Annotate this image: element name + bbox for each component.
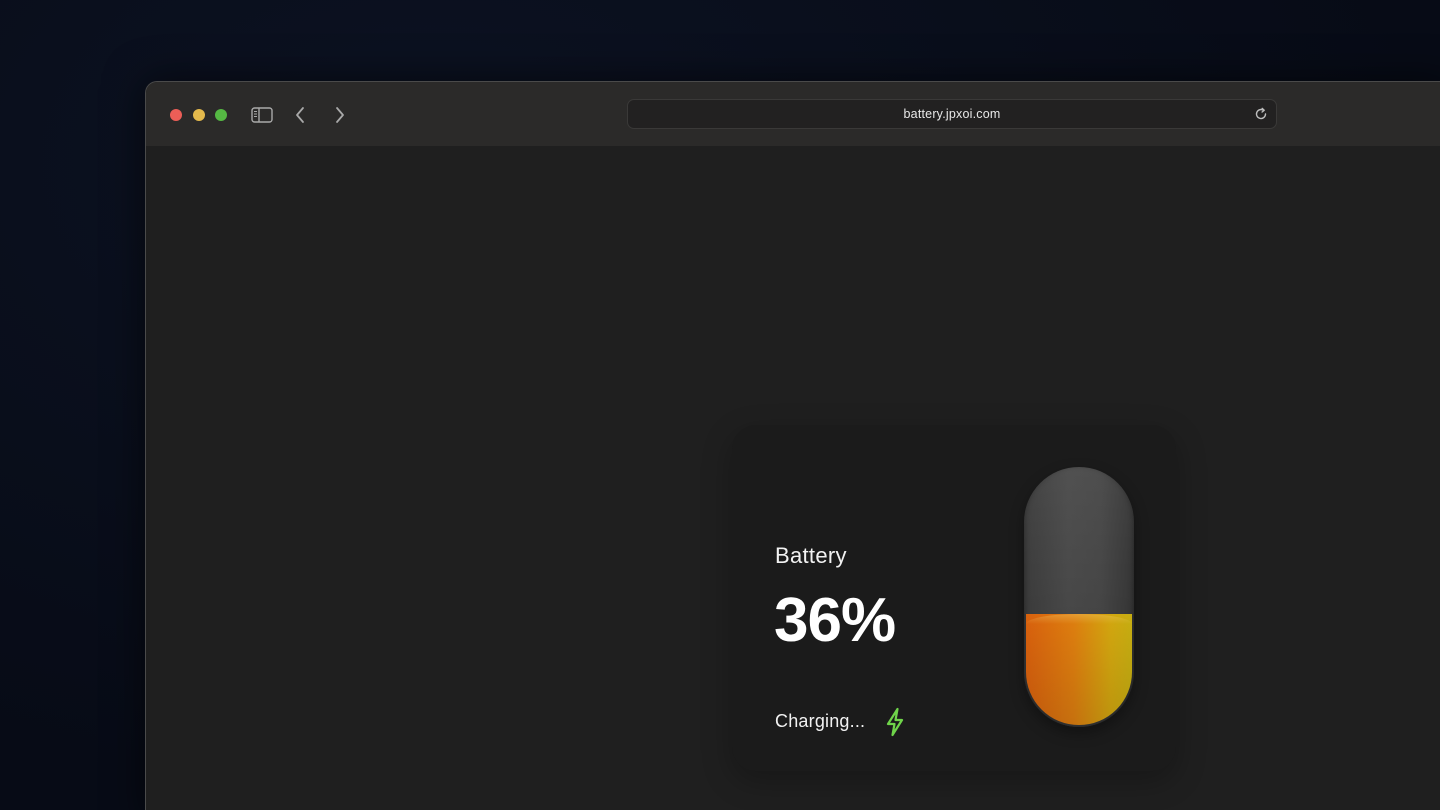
close-button[interactable] xyxy=(170,109,182,121)
lightning-bolt-icon xyxy=(886,707,904,737)
address-bar[interactable]: battery.jpxoi.com xyxy=(627,99,1277,129)
page-content: Battery 36% Charging... xyxy=(146,146,1440,810)
charging-status: Charging... xyxy=(775,711,866,731)
reload-button[interactable] xyxy=(1254,107,1268,121)
browser-window: battery.jpxoi.com Battery 36% Charging..… xyxy=(145,81,1440,810)
address-bar-url: battery.jpxoi.com xyxy=(903,107,1001,121)
chevron-left-icon xyxy=(296,107,304,123)
minimize-button[interactable] xyxy=(193,109,205,121)
forward-button[interactable] xyxy=(327,102,353,128)
sidebar-toggle-button[interactable] xyxy=(249,102,275,128)
maximize-button[interactable] xyxy=(215,109,227,121)
battery-fill xyxy=(1026,614,1132,725)
sidebar-toggle-icon xyxy=(251,107,273,123)
chevron-right-icon xyxy=(336,107,344,123)
back-button[interactable] xyxy=(287,102,313,128)
desktop-background: battery.jpxoi.com Battery 36% Charging..… xyxy=(0,0,1440,810)
battery-level-indicator xyxy=(1024,467,1134,727)
reload-icon xyxy=(1255,107,1267,120)
battery-percentage: 36% xyxy=(774,586,896,655)
battery-label: Battery xyxy=(775,543,847,568)
battery-widget: Battery 36% Charging... xyxy=(732,425,1176,771)
browser-titlebar: battery.jpxoi.com xyxy=(146,82,1440,146)
